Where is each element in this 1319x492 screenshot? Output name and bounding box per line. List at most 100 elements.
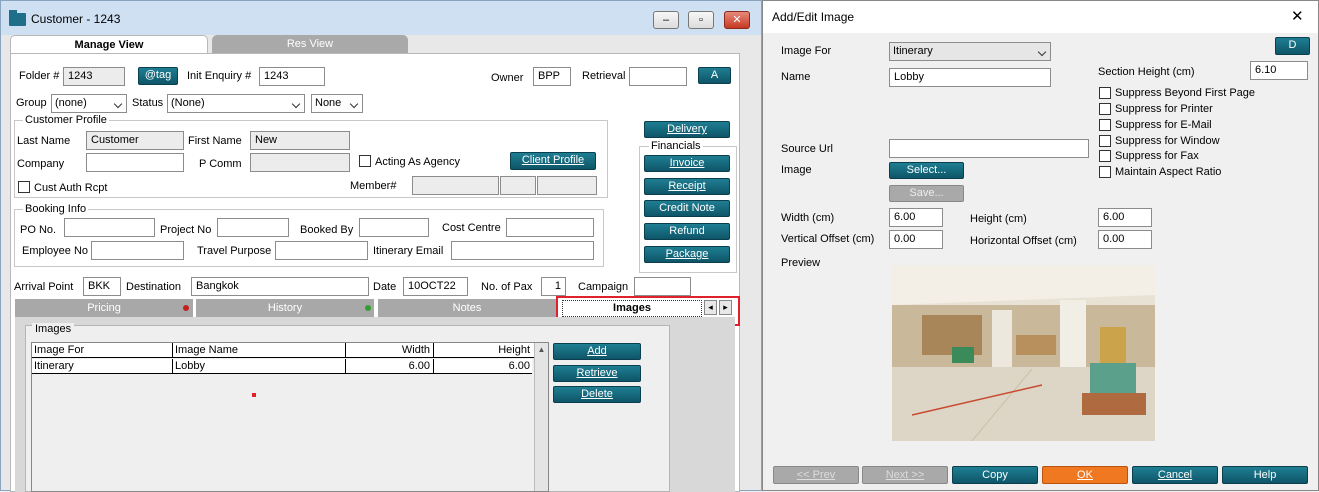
- copy-button[interactable]: Copy: [952, 466, 1038, 484]
- init-enquiry-field[interactable]: 1243: [259, 67, 325, 86]
- company-field[interactable]: [86, 153, 184, 172]
- acting-as-agency-checkbox[interactable]: [359, 155, 371, 167]
- maximize-button[interactable]: ▫: [688, 11, 714, 29]
- help-button[interactable]: Help: [1222, 466, 1308, 484]
- pcomm-label: P Comm: [199, 158, 242, 170]
- date-field[interactable]: 10OCT22: [403, 277, 468, 296]
- itinerary-email-label: Itinerary Email: [373, 245, 444, 257]
- tab-notes[interactable]: Notes: [378, 299, 556, 317]
- status-select[interactable]: (None): [167, 94, 305, 113]
- pcomm-field[interactable]: [250, 153, 350, 172]
- delete-button[interactable]: Delete: [553, 386, 641, 403]
- width-field[interactable]: 6.00: [889, 208, 943, 227]
- suppress-email-checkbox[interactable]: [1099, 119, 1111, 131]
- suppress-window-checkbox[interactable]: [1099, 135, 1111, 147]
- tab-pricing[interactable]: Pricing: [15, 299, 193, 317]
- images-table: Image For Image Name Width Height Itiner…: [31, 342, 549, 492]
- tab-images[interactable]: Images: [562, 300, 702, 317]
- cost-centre-field[interactable]: [506, 218, 594, 237]
- destination-field[interactable]: Bangkok: [191, 277, 369, 296]
- images-tab-panel: Images Image For Image Name Width Height…: [15, 317, 735, 492]
- tab-manage-view[interactable]: Manage View: [10, 35, 208, 53]
- table-row[interactable]: Itinerary Lobby 6.00 6.00: [32, 359, 532, 374]
- suppress-fax-checkbox[interactable]: [1099, 150, 1111, 162]
- receipt-button[interactable]: Receipt: [644, 178, 730, 195]
- suppress-first-page-label: Suppress Beyond First Page: [1115, 87, 1256, 99]
- preview-image: [892, 265, 1155, 441]
- travel-purpose-label: Travel Purpose: [197, 245, 272, 257]
- maintain-aspect-label: Maintain Aspect Ratio: [1115, 166, 1222, 178]
- dialog-close-icon[interactable]: ✕: [1291, 7, 1304, 25]
- group-select[interactable]: (none): [51, 94, 127, 113]
- d-button[interactable]: D: [1275, 37, 1310, 55]
- a-button[interactable]: A: [698, 67, 731, 84]
- suppress-printer-checkbox[interactable]: [1099, 103, 1111, 115]
- add-button[interactable]: Add: [553, 343, 641, 360]
- tab-history[interactable]: History: [196, 299, 374, 317]
- minimize-button[interactable]: –: [653, 11, 679, 29]
- tab-scroll-right-icon[interactable]: ▸: [719, 300, 732, 315]
- itinerary-email-field[interactable]: [451, 241, 594, 260]
- credit-note-button[interactable]: Credit Note: [644, 200, 730, 217]
- package-button[interactable]: Package: [644, 246, 730, 263]
- col-height[interactable]: Height: [436, 344, 530, 356]
- client-profile-button[interactable]: Client Profile: [510, 152, 596, 170]
- financials-title: Financials: [649, 140, 703, 152]
- folder-number-field[interactable]: 1243: [63, 67, 125, 86]
- campaign-field[interactable]: [634, 277, 691, 296]
- retrieval-field[interactable]: [629, 67, 687, 86]
- preview-label: Preview: [781, 257, 821, 269]
- employee-field[interactable]: [91, 241, 184, 260]
- name-field[interactable]: Lobby: [889, 68, 1051, 87]
- hoffset-field[interactable]: 0.00: [1098, 230, 1152, 249]
- project-field[interactable]: [217, 218, 289, 237]
- last-name-field[interactable]: Customer: [86, 131, 184, 150]
- member-field-2[interactable]: [500, 176, 536, 195]
- suppress-first-page-checkbox[interactable]: [1099, 87, 1111, 99]
- col-image-for[interactable]: Image For: [34, 344, 84, 356]
- refund-button[interactable]: Refund: [644, 223, 730, 240]
- scroll-up-icon[interactable]: ▲: [535, 345, 548, 354]
- member-field-3[interactable]: [537, 176, 597, 195]
- title-bar: Customer - 1243 – ▫ ✕: [1, 1, 761, 35]
- invoice-button[interactable]: Invoice: [644, 155, 730, 172]
- close-button[interactable]: ✕: [724, 11, 750, 29]
- member-field-1[interactable]: [412, 176, 499, 195]
- prev-button[interactable]: << Prev: [773, 466, 859, 484]
- save-button[interactable]: Save...: [889, 185, 964, 202]
- col-width[interactable]: Width: [348, 344, 430, 356]
- section-height-field[interactable]: 6.10: [1250, 61, 1308, 80]
- tab-scroll-left-icon[interactable]: ◂: [704, 300, 717, 315]
- arrival-point-field[interactable]: BKK: [83, 277, 121, 296]
- tab-res-view[interactable]: Res View: [212, 35, 408, 53]
- table-scrollbar[interactable]: ▲: [534, 343, 548, 491]
- source-url-field[interactable]: [889, 139, 1089, 158]
- booked-by-label: Booked By: [300, 224, 354, 236]
- delivery-button[interactable]: Delivery: [644, 121, 730, 138]
- po-field[interactable]: [64, 218, 155, 237]
- next-button[interactable]: Next >>: [862, 466, 948, 484]
- group-label: Group: [16, 97, 47, 109]
- retrieve-button[interactable]: Retrieve: [553, 365, 641, 382]
- first-name-field[interactable]: New: [250, 131, 350, 150]
- none-select[interactable]: None: [311, 94, 363, 113]
- maintain-aspect-checkbox[interactable]: [1099, 166, 1111, 178]
- pax-field[interactable]: 1: [541, 277, 566, 296]
- ok-button[interactable]: OK: [1042, 466, 1128, 484]
- select-button[interactable]: Select...: [889, 162, 964, 179]
- owner-field[interactable]: BPP: [533, 67, 571, 86]
- travel-purpose-field[interactable]: [275, 241, 368, 260]
- height-field[interactable]: 6.00: [1098, 208, 1152, 227]
- red-marker: [252, 393, 256, 397]
- voffset-field[interactable]: 0.00: [889, 230, 943, 249]
- table-header: Image For Image Name Width Height: [32, 343, 548, 358]
- col-image-name[interactable]: Image Name: [175, 344, 238, 356]
- hoffset-label: Horizontal Offset (cm): [970, 235, 1077, 247]
- cancel-button[interactable]: Cancel: [1132, 466, 1218, 484]
- dialog-title: Add/Edit Image: [772, 10, 855, 24]
- image-for-select[interactable]: Itinerary: [889, 42, 1051, 61]
- booked-by-field[interactable]: [359, 218, 429, 237]
- cust-auth-checkbox[interactable]: [18, 181, 30, 193]
- campaign-label: Campaign: [578, 281, 629, 293]
- tag-button[interactable]: @tag: [138, 67, 178, 85]
